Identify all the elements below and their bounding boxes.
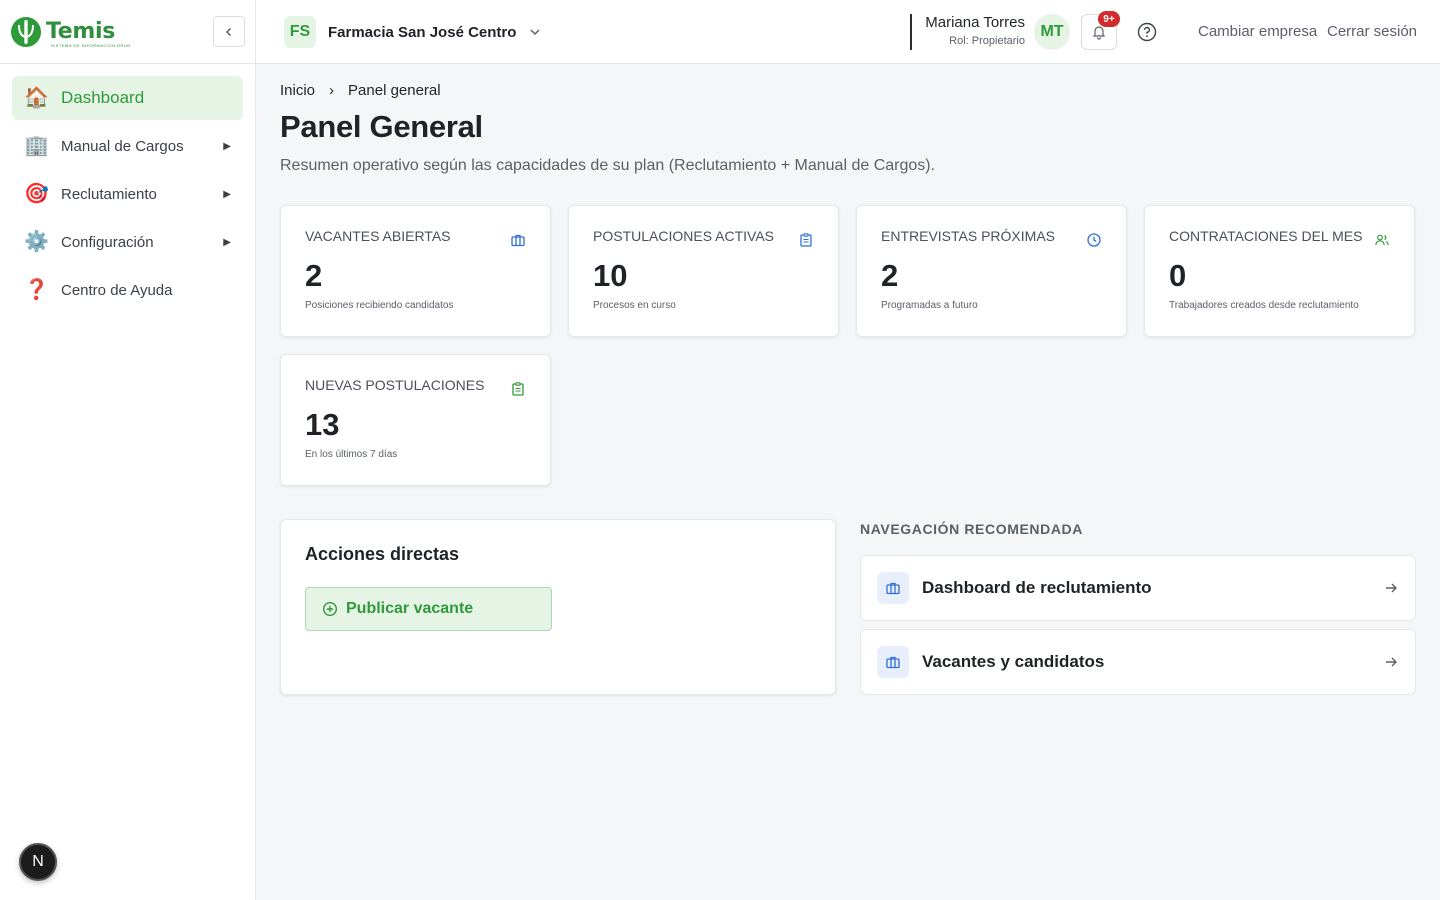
breadcrumb-separator: › [329, 82, 335, 99]
sidebar-item-label: Reclutamiento [61, 185, 157, 203]
briefcase-icon [511, 234, 525, 247]
stat-description: Procesos en curso [593, 300, 676, 311]
main-content: Inicio › Panel general Panel General Res… [280, 64, 1416, 695]
user-avatar[interactable]: MT [1034, 14, 1070, 50]
sidebar-item-manual-cargos[interactable]: 🏢 Manual de Cargos ▶ [12, 124, 243, 168]
stat-value: 10 [593, 258, 628, 293]
sidebar: Temis SISTEMA DE INFORMACION RRHH 🏠 Dash… [0, 0, 256, 900]
sidebar-item-reclutamiento[interactable]: 🎯 Reclutamiento ▶ [12, 172, 243, 216]
stat-card-contrataciones-mes: CONTRATACIONES DEL MES 0 Trabajadores cr… [1144, 205, 1415, 337]
stat-description: Posiciones recibiendo candidatos [305, 300, 454, 311]
sidebar-item-label: Manual de Cargos [61, 137, 184, 155]
stat-label: ENTREVISTAS PRÓXIMAS [881, 228, 1055, 244]
company-name: Farmacia San José Centro [328, 23, 517, 41]
stat-value: 2 [305, 258, 323, 293]
plus-circle-icon [322, 601, 338, 617]
publish-vacancy-label: Publicar vacante [346, 600, 474, 617]
direct-actions-card: Acciones directas Publicar vacante [280, 519, 836, 695]
stat-label: NUEVAS POSTULACIONES [305, 377, 485, 393]
breadcrumb-home[interactable]: Inicio [280, 82, 315, 99]
logout-link[interactable]: Cerrar sesión [1327, 23, 1417, 40]
brand-name: Temis [46, 19, 116, 44]
clipboard-check-icon [512, 382, 524, 396]
sidebar-item-centro-ayuda[interactable]: ❓ Centro de Ayuda [12, 268, 243, 312]
stat-value: 13 [305, 407, 340, 442]
chevron-left-icon [225, 27, 232, 36]
stat-description: En los últimos 7 días [305, 449, 398, 460]
expand-arrow-icon[interactable]: ▶ [223, 237, 231, 248]
stat-card-vacantes-abiertas: VACANTES ABIERTAS 2 Posiciones recibiend… [280, 205, 551, 337]
sidebar-item-label: Dashboard [61, 88, 145, 107]
sidebar-item-label: Configuración [61, 233, 154, 251]
expand-arrow-icon[interactable]: ▶ [223, 141, 231, 152]
dev-tools-badge[interactable]: N [19, 843, 57, 881]
users-icon [1375, 234, 1389, 246]
stat-card-postulaciones-activas: POSTULACIONES ACTIVAS 10 Procesos en cur… [568, 205, 839, 337]
target-icon: 🎯 [24, 183, 49, 205]
building-icon: 🏢 [24, 135, 49, 157]
help-circle-icon [1137, 22, 1157, 42]
brand-tagline: SISTEMA DE INFORMACION RRHH [51, 43, 131, 48]
company-avatar: FS [284, 16, 316, 48]
topbar-divider [910, 14, 912, 50]
publish-vacancy-button[interactable]: Publicar vacante [305, 587, 552, 631]
breadcrumb-current: Panel general [348, 82, 441, 99]
arrow-right-icon [1386, 657, 1397, 667]
stat-value: 0 [1169, 258, 1187, 293]
chevron-down-icon [530, 29, 540, 36]
briefcase-icon [877, 646, 909, 678]
recommended-link-label: Vacantes y candidatos [922, 652, 1105, 671]
stat-value: 2 [881, 258, 899, 293]
direct-actions-title: Acciones directas [305, 544, 460, 564]
company-selector[interactable]: FS Farmacia San José Centro [284, 16, 542, 48]
stat-description: Programadas a futuro [881, 300, 978, 311]
top-bar: FS Farmacia San José Centro Mariana Torr… [256, 0, 1440, 64]
stat-card-nuevas-postulaciones: NUEVAS POSTULACIONES 13 En los últimos 7… [280, 354, 551, 486]
stat-label: VACANTES ABIERTAS [305, 228, 451, 244]
arrow-right-icon [1386, 583, 1397, 593]
breadcrumb: Inicio › Panel general [280, 82, 1416, 99]
user-name: Mariana Torres [925, 14, 1025, 31]
sidebar-item-configuracion[interactable]: ⚙️ Configuración ▶ [12, 220, 243, 264]
question-icon: ❓ [24, 279, 49, 301]
recommended-link-recruitment-dashboard[interactable]: Dashboard de reclutamiento [860, 555, 1416, 621]
sidebar-nav: 🏠 Dashboard 🏢 Manual de Cargos ▶ 🎯 Reclu… [0, 64, 255, 328]
gear-icon: ⚙️ [24, 231, 49, 253]
stat-description: Trabajadores creados desde reclutamiento [1169, 300, 1359, 311]
switch-company-link[interactable]: Cambiar empresa [1198, 23, 1317, 40]
page-subtitle: Resumen operativo según las capacidades … [280, 157, 936, 174]
recommended-link-vacancies-candidates[interactable]: Vacantes y candidatos [860, 629, 1416, 695]
help-button[interactable] [1136, 21, 1158, 48]
recommended-navigation: NAVEGACIÓN RECOMENDADA Dashboard de recl… [860, 519, 1416, 695]
clock-icon [1087, 233, 1101, 247]
sidebar-item-label: Centro de Ayuda [61, 281, 173, 299]
recommended-link-label: Dashboard de reclutamiento [922, 578, 1152, 597]
sidebar-header: Temis SISTEMA DE INFORMACION RRHH [0, 0, 255, 64]
sidebar-item-dashboard[interactable]: 🏠 Dashboard [12, 76, 243, 120]
briefcase-icon [877, 572, 909, 604]
collapse-sidebar-button[interactable] [213, 16, 245, 47]
expand-arrow-icon[interactable]: ▶ [223, 189, 231, 200]
stat-label: POSTULACIONES ACTIVAS [593, 228, 775, 244]
user-info: Mariana Torres Rol: Propietario [925, 14, 1025, 47]
home-icon: 🏠 [24, 87, 49, 109]
notifications-badge: 9+ [1098, 11, 1120, 27]
temis-logo-icon [11, 16, 41, 47]
stat-card-entrevistas-proximas: ENTREVISTAS PRÓXIMAS 2 Programadas a fut… [856, 205, 1127, 337]
user-role: Rol: Propietario [949, 35, 1025, 47]
stat-label: CONTRATACIONES DEL MES [1169, 228, 1363, 244]
recommended-navigation-title: NAVEGACIÓN RECOMENDADA [860, 521, 1083, 537]
page-title: Panel General [280, 109, 483, 144]
clipboard-icon [800, 233, 812, 247]
